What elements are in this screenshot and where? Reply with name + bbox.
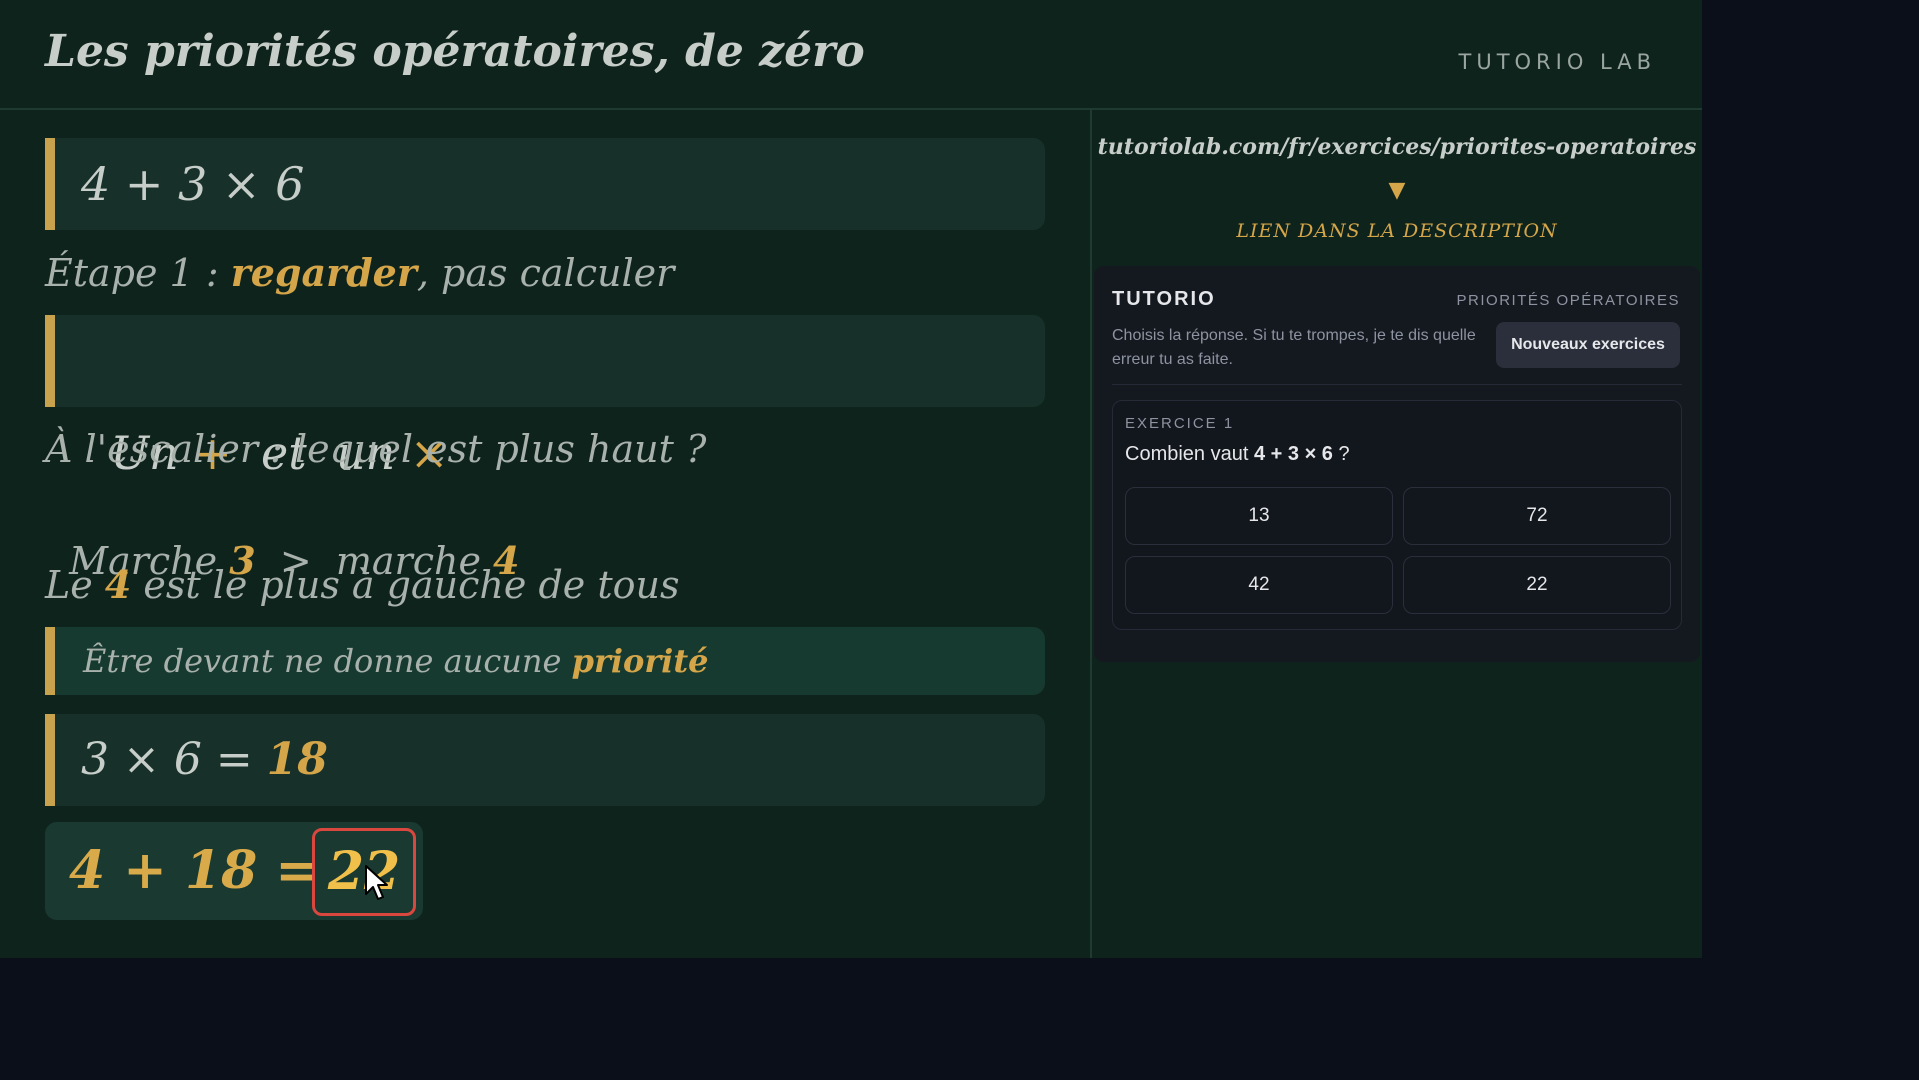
answer-option-42[interactable]: 42: [1125, 556, 1393, 614]
promo-link-note: LIEN DANS LA DESCRIPTION: [1236, 220, 1558, 242]
note-box: Être devant ne donne aucune priorité: [45, 627, 1045, 695]
promo-section: tutoriolab.com/fr/exercices/priorites-op…: [1092, 110, 1702, 265]
page-title: Les priorités opératoires, de zéro: [45, 26, 865, 77]
calculation-result: 18: [266, 734, 328, 785]
answer-option-22[interactable]: 22: [1403, 556, 1671, 614]
exercise-card: TUTORIO PRIORITÉS OPÉRATOIRES Choisis la…: [1094, 266, 1700, 662]
promo-url: tutoriolab.com/fr/exercices/priorites-op…: [1097, 134, 1697, 160]
exercise-question: Combien vaut 4 + 3 × 6 ?: [1125, 443, 1350, 465]
answer-option-13[interactable]: 13: [1125, 487, 1393, 545]
arrow-down-icon: ▼: [1388, 178, 1406, 203]
operators-box: Un + et un ×: [45, 315, 1045, 480]
card-divider: [1112, 384, 1682, 385]
expression-box: 4 + 3 × 6: [45, 138, 1045, 230]
exercise-panel: EXERCICE 1 Combien vaut 4 + 3 × 6 ? 13 7…: [1112, 400, 1682, 630]
header: Les priorités opératoires, de zéro TUTOR…: [0, 0, 1702, 110]
answer-option-72[interactable]: 72: [1403, 487, 1671, 545]
step-1-keyword: regarder: [230, 250, 417, 295]
card-description: Choisis la réponse. Si tu te trompes, je…: [1112, 327, 1476, 368]
card-topic: PRIORITÉS OPÉRATOIRES: [1456, 292, 1680, 309]
new-exercises-button[interactable]: Nouveaux exercices: [1496, 322, 1680, 368]
left-position-line: Le 4 est le plus à gauche de tous: [45, 562, 680, 607]
brand-logo-text: TUTORIO LAB: [1458, 50, 1656, 74]
expression-text: 4 + 3 × 6: [81, 157, 305, 211]
calculation-box: 3 × 6 = 18: [45, 714, 1045, 806]
mouse-cursor-icon: [365, 865, 388, 900]
staircase-question: À l'escalier : lequel est plus haut ?: [45, 427, 707, 471]
card-brand: TUTORIO: [1112, 288, 1216, 310]
exercise-label: EXERCICE 1: [1125, 415, 1235, 432]
note-keyword: priorité: [571, 642, 709, 680]
step-1-line: Étape 1 : regarder, pas calculer: [45, 250, 675, 295]
